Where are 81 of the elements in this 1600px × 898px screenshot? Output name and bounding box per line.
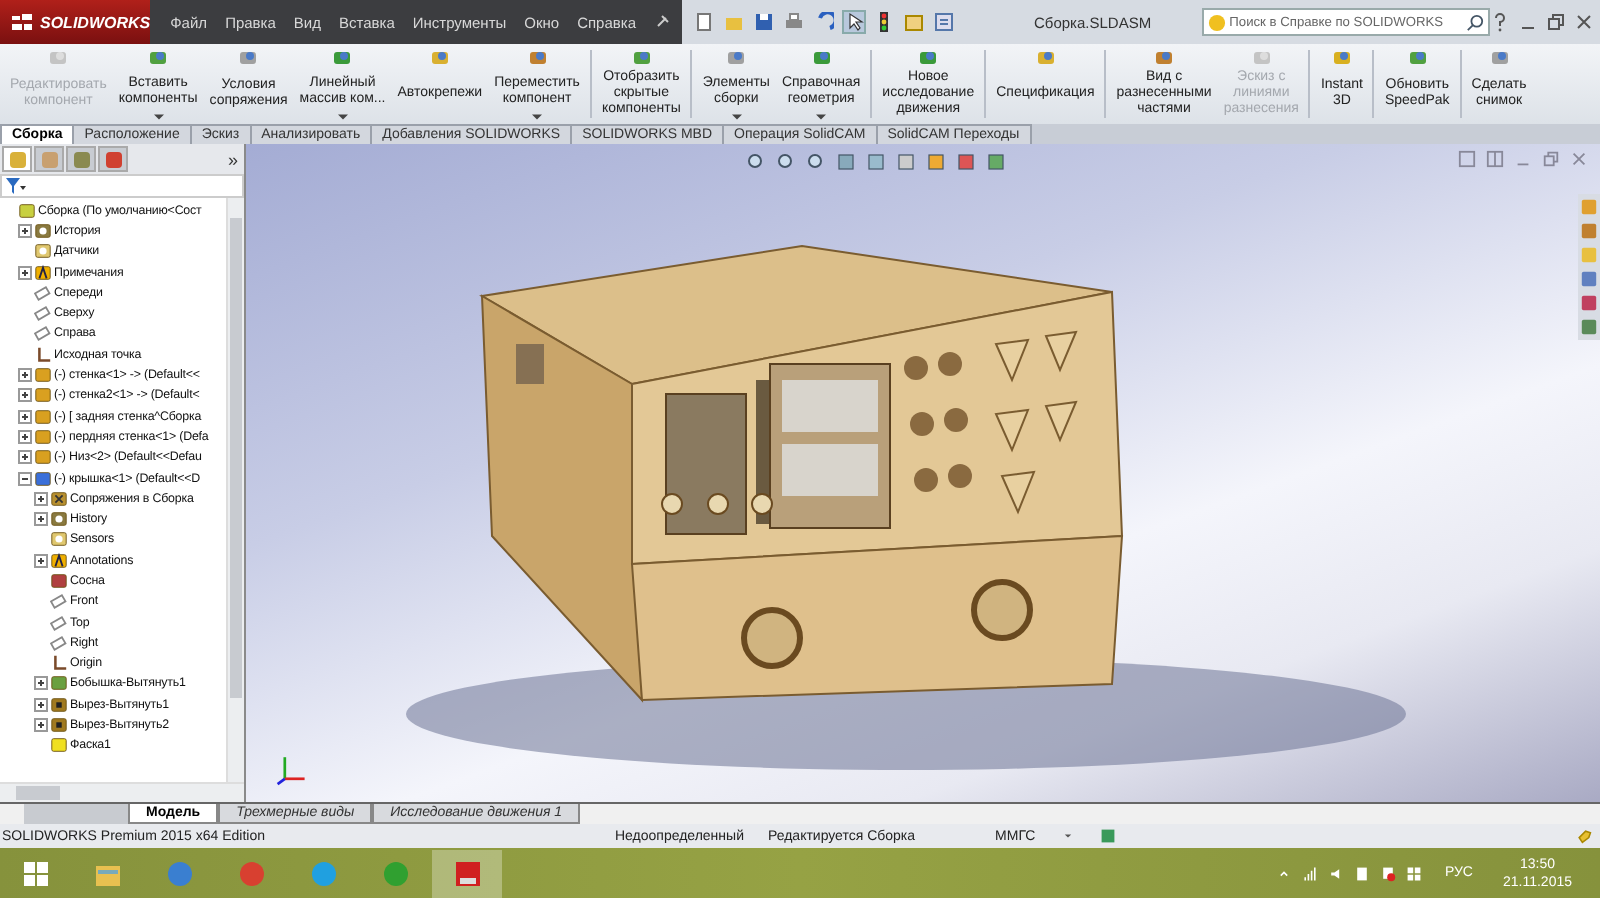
disc-icon [165,859,193,887]
sensor-icon [34,242,52,261]
tool-icon [429,48,450,68]
chat-icon [309,859,337,887]
tree-expander[interactable] [18,388,32,403]
sensor-icon [50,530,68,549]
close-icon[interactable] [1574,12,1594,32]
tree-expander[interactable] [34,676,48,691]
browser-icon [237,859,265,887]
tag-icon[interactable] [1576,828,1592,844]
tool-icon [1035,48,1056,68]
file-properties-icon[interactable] [904,12,924,32]
tool-icon [48,48,69,68]
extrude-icon [50,674,68,693]
tool-icon [332,48,353,68]
undo-icon[interactable] [814,12,834,32]
tiles-icon[interactable] [1406,865,1423,881]
filter-icon[interactable] [6,178,26,194]
vertical-scrollbar[interactable] [226,198,244,782]
tree-expander[interactable] [18,429,32,444]
history-icon [50,510,68,529]
tree-expander[interactable] [18,471,32,485]
history-icon [34,221,52,240]
pin-icon[interactable] [654,14,670,30]
tool-icon [726,48,747,68]
material-icon [50,571,68,590]
windows-start-icon [21,859,49,887]
tool-icon [811,48,832,68]
panel-tab[interactable] [98,146,128,172]
tree-expander[interactable] [18,265,32,280]
print-icon[interactable] [784,12,804,32]
signal-icon[interactable] [1302,865,1319,881]
expand-panel-button[interactable]: » [227,149,238,169]
tool-icon [1489,48,1510,68]
tool-icon [1331,48,1352,68]
tree-expander[interactable] [34,491,48,506]
speaker-icon[interactable] [1328,865,1345,881]
horizontal-scrollbar[interactable] [0,782,244,802]
taskbar-button[interactable] [432,849,502,897]
tree-expander[interactable] [18,409,32,424]
tile-split-icon[interactable] [1486,150,1504,168]
tool-icon [148,48,169,68]
tool-icon [918,48,939,68]
tool-icon [1407,48,1428,68]
restore-icon[interactable] [1546,12,1566,32]
logo-icon [10,12,34,32]
tree-expander[interactable] [34,512,48,527]
origin-icon [34,345,52,364]
traffic-light-icon[interactable] [874,12,894,32]
close-icon[interactable] [1570,150,1588,168]
save-icon[interactable] [754,12,774,32]
chamfer-icon [50,736,68,755]
tree-expander[interactable] [18,223,32,238]
tree-expander[interactable] [34,697,48,712]
app-icon [381,859,409,887]
tool-icon [1251,48,1272,68]
question-bubble-icon [1207,13,1226,31]
tool-icon [1154,48,1175,68]
restore-icon[interactable] [1542,150,1560,168]
select-cursor-icon[interactable] [844,12,864,32]
origin-icon [50,654,68,673]
flag-icon[interactable] [1380,865,1397,881]
annotation-icon [50,551,68,570]
tool-icon [527,48,547,68]
assembly-icon [18,201,36,220]
help-icon[interactable] [1490,12,1510,32]
tool-icon [631,48,652,68]
cad-app-icon [453,859,481,887]
new-document-icon[interactable] [694,12,714,32]
app-name: SOLIDWORKS [40,13,151,31]
annotation-icon [34,263,52,282]
mates-icon [50,489,68,508]
tree-expander[interactable] [34,553,48,568]
options-icon[interactable] [934,12,954,32]
tile-view-icon[interactable] [1458,150,1476,168]
tree-expander[interactable] [34,718,48,733]
tool-icon [238,48,259,68]
tree-expander[interactable] [18,368,32,383]
search-icon[interactable] [1466,13,1484,31]
tree-expander[interactable] [18,450,32,465]
panel-tab[interactable] [66,146,96,172]
